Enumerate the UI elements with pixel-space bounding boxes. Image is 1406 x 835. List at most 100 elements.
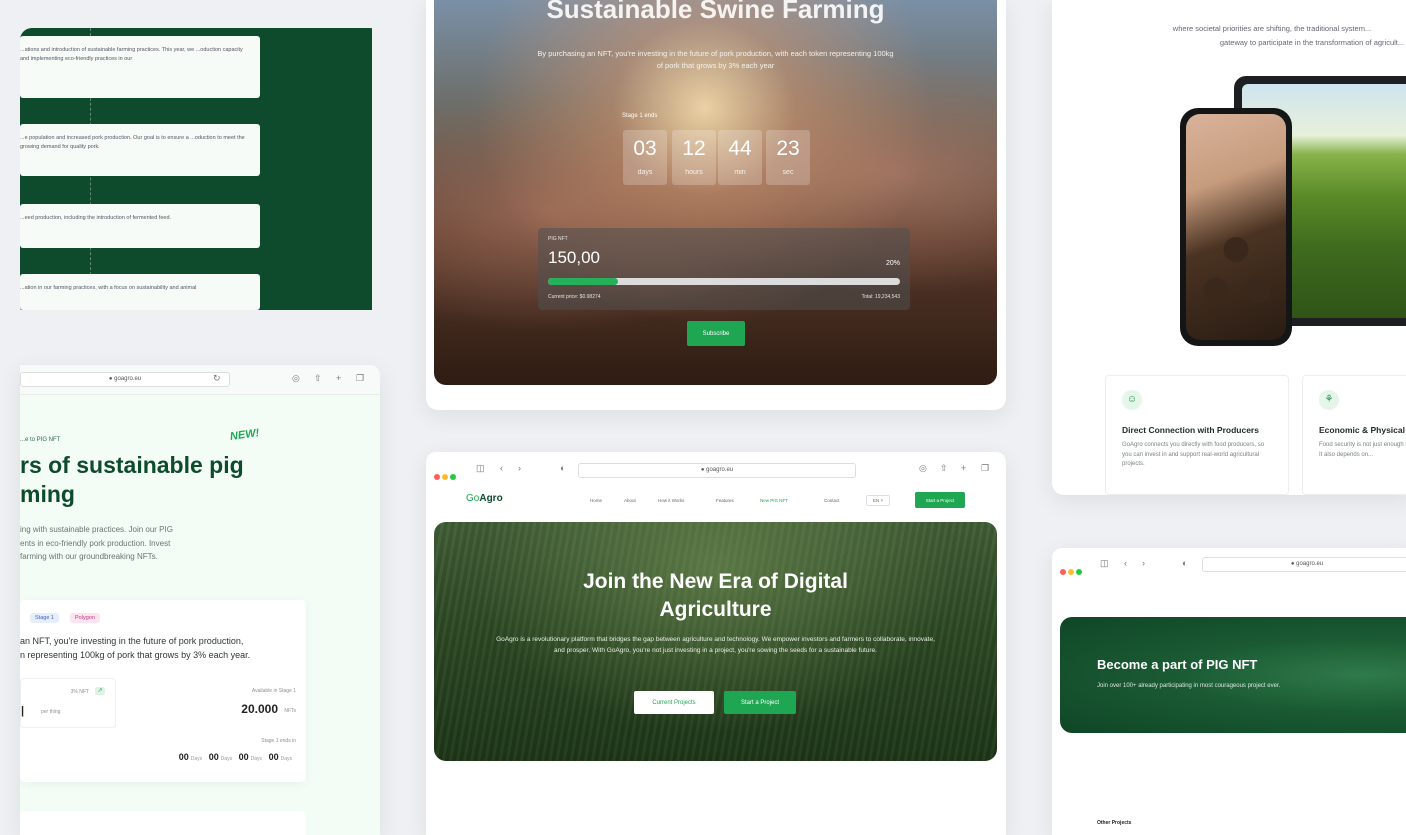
field-hero-image: Join the New Era of Digital Agriculture … — [434, 522, 997, 761]
timeline-item: ...ations and introduction of sustainabl… — [20, 36, 260, 98]
nav-about[interactable]: About — [624, 498, 636, 503]
next-card — [20, 811, 306, 835]
countdown-unit: Days — [250, 756, 263, 762]
progress-bar-fill — [548, 278, 619, 285]
hero-title: Join the New Era of Digital Agriculture — [434, 568, 997, 625]
goagro-logo[interactable]: GoAgro — [466, 493, 503, 504]
phone-image — [1180, 108, 1292, 346]
countdown-unit: hours — [685, 169, 703, 176]
description-line: ents in eco-friendly pork production. In… — [20, 538, 171, 548]
feature-title: Economic & Physical Food — [1319, 425, 1406, 435]
new-tab-icon[interactable]: + — [336, 373, 341, 383]
progress-bar — [548, 278, 900, 285]
close-dot[interactable] — [434, 474, 440, 480]
swine-title: Sustainable Swine Farming — [546, 0, 885, 24]
site-navigation: GoAgro Home About How it Works Features … — [426, 490, 1006, 512]
timeline-item: ...e population and increased pork produ… — [20, 124, 260, 176]
available-unit: NFTs — [284, 708, 296, 714]
nft-rate-box: 3% NFT ↗ | per thing — [20, 678, 116, 728]
download-icon[interactable]: ◎ — [292, 373, 300, 384]
subscribe-button[interactable]: Subscribe — [687, 321, 745, 346]
tabs-icon[interactable]: ❐ — [981, 463, 989, 474]
feature-title: Direct Connection with Producers — [1122, 425, 1259, 435]
tabs-icon[interactable]: ❐ — [356, 373, 364, 384]
banner-title: Become a part of PIG NFT — [1097, 657, 1258, 672]
nav-contact[interactable]: Contact — [824, 498, 840, 503]
stage-countdown: 00 Days 00 Days 00 Days 00 Days — [179, 752, 296, 762]
new-tab-icon[interactable]: + — [961, 463, 966, 473]
share-icon[interactable]: ⇧ — [314, 373, 322, 384]
address-bar[interactable]: ● goagro.eu — [20, 372, 230, 387]
back-icon[interactable]: ‹ — [1124, 558, 1127, 568]
nav-start-project-button[interactable]: Start a Project — [915, 492, 965, 508]
current-price: Current price: $0.98274 — [548, 294, 601, 300]
timeline-panel: ...ations and introduction of sustainabl… — [20, 28, 380, 316]
reload-icon[interactable]: ↻ — [213, 373, 221, 384]
description-line: farming with our groundbreaking NFTs. — [20, 552, 158, 562]
countdown-value: 00 — [238, 752, 249, 762]
countdown-unit: Days — [220, 756, 233, 762]
rate-value: | — [21, 705, 25, 717]
window-controls — [434, 467, 458, 485]
nav-features[interactable]: Features — [716, 498, 734, 503]
forward-icon[interactable]: › — [518, 463, 521, 473]
back-icon[interactable]: ‹ — [500, 463, 503, 473]
countdown-value: 00 — [208, 752, 219, 762]
swine-hero-image: Sustainable Swine Farming By purchasing … — [434, 0, 997, 385]
countdown-value: 00 — [178, 752, 189, 762]
sidebar-icon[interactable]: ◫ — [476, 463, 485, 474]
current-projects-button[interactable]: Current Projects — [634, 691, 714, 714]
swine-subtitle: By purchasing an NFT, you're investing i… — [537, 49, 894, 70]
minimize-dot[interactable] — [1068, 569, 1074, 575]
rate-label: 3% NFT — [70, 689, 89, 695]
page-description: ing with sustainable practices. Join our… — [20, 523, 260, 564]
swine-preview-panel: Sustainable Swine Farming By purchasing … — [426, 0, 1006, 410]
feature-description: Food security is not just enough food at… — [1319, 442, 1406, 458]
maximize-dot[interactable] — [1076, 569, 1082, 575]
page-heading: rs of sustainable pig ming — [20, 451, 320, 510]
countdown-seconds: 23 sec — [766, 130, 810, 185]
nav-pig-nft[interactable]: New PIG NFT — [760, 498, 788, 503]
countdown-unit: days — [637, 169, 653, 176]
address-bar[interactable]: ● goagro.eu — [578, 463, 856, 478]
maximize-dot[interactable] — [450, 474, 456, 480]
available-value: 20.000 — [241, 702, 278, 716]
heading-line: ming — [20, 481, 75, 508]
forward-icon[interactable]: › — [1142, 558, 1145, 568]
pig-nft-page-panel: ● goagro.eu ↻ ◎ ⇧ + ❐ ...e to PIG NFT NE… — [20, 365, 380, 835]
stage-tag: Stage 1 — [30, 613, 59, 623]
total-amount: Total: 19,234,543 — [861, 294, 900, 300]
stage-label: Stage 1 ends — [622, 113, 658, 119]
card-text: an NFT, you're investing in the future o… — [20, 634, 304, 663]
nav-home[interactable]: Home — [590, 498, 602, 503]
arrow-up-icon: ↗ — [95, 687, 105, 695]
app-preview-panel: where societal priorities are shifting, … — [1052, 0, 1406, 495]
sidebar-icon[interactable]: ◫ — [1100, 558, 1109, 569]
network-tag: Polygon — [70, 613, 100, 623]
countdown-value: 12 — [682, 137, 706, 160]
timeline-item: ...ation in our farming practices, with … — [20, 274, 260, 310]
countdown-unit: Days — [280, 756, 292, 762]
nft-progress-panel: PIG NFT 150,00 20% Current price: $0.982… — [538, 228, 910, 310]
nav-how-it-works[interactable]: How it Works — [658, 498, 684, 503]
timeline-item-text: ...e population and increased pork produ… — [20, 135, 245, 150]
banner-subtitle: Join over 100+ already participating in … — [1097, 683, 1281, 689]
address-bar[interactable]: ● goagro.eu — [1202, 557, 1406, 572]
language-select[interactable]: EN ˅ — [866, 495, 891, 506]
countdown-days: 03 days — [623, 130, 667, 185]
kicker-text: ...e to PIG NFT — [20, 437, 61, 443]
share-icon[interactable]: ⇧ — [940, 463, 948, 474]
close-dot[interactable] — [1060, 569, 1066, 575]
shield-icon[interactable]: ◐ — [1182, 558, 1187, 568]
card-text-line: n representing 100kg of pork that grows … — [20, 650, 251, 661]
minimize-dot[interactable] — [442, 474, 448, 480]
countdown-minutes: 44 min — [718, 130, 762, 185]
start-project-button[interactable]: Start a Project — [724, 691, 796, 714]
countdown-hours: 12 hours — [672, 130, 716, 185]
timeline-item-text: ...ation in our farming practices, with … — [20, 285, 197, 291]
url-text: goagro.eu — [114, 376, 142, 382]
download-icon[interactable]: ◎ — [919, 463, 927, 474]
shield-icon[interactable]: ◐ — [560, 463, 565, 473]
nft-info-card: Stage 1 Polygon an NFT, you're investing… — [20, 600, 306, 782]
url-text: goagro.eu — [1296, 561, 1324, 567]
